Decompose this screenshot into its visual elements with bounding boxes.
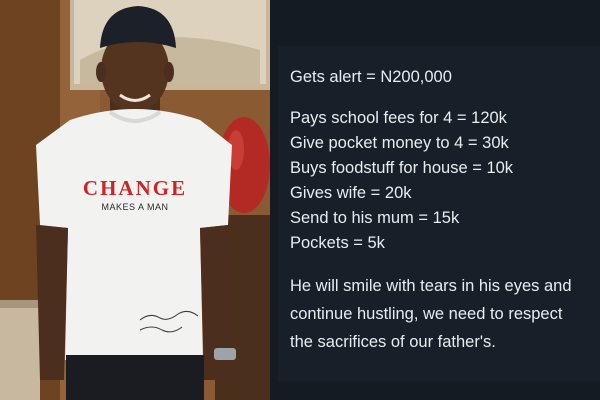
expense-line: Pockets = 5k: [290, 234, 385, 252]
expense-line: Give pocket money to 4 = 30k: [290, 134, 509, 152]
closing-line: the sacrifices of our father's.: [290, 333, 496, 351]
expense-line: Buys foodstuff for house = 10k: [290, 159, 514, 177]
post-card: Gets alert = N200,000 Pays school fees f…: [278, 46, 600, 382]
text-panel: Gets alert = N200,000 Pays school fees f…: [270, 0, 600, 400]
shirt-slogan: CHANGE: [82, 176, 188, 200]
shirt-subtitle: MAKES A MAN: [101, 202, 169, 212]
closing-line: continue hustling, we need to respect: [290, 305, 563, 323]
expense-line: Gives wife = 20k: [290, 184, 412, 202]
photo-panel: CHANGE MAKES A MAN: [0, 0, 270, 400]
expense-line: Send to his mum = 15k: [290, 209, 460, 227]
closing-line: He will smile with tears in his eyes and: [290, 277, 572, 295]
meme-image: CHANGE MAKES A MAN Gets alert = N200,000…: [0, 0, 600, 400]
alert-line: Gets alert = N200,000: [290, 68, 452, 86]
expense-line: Pays school fees for 4 = 120k: [290, 109, 507, 127]
